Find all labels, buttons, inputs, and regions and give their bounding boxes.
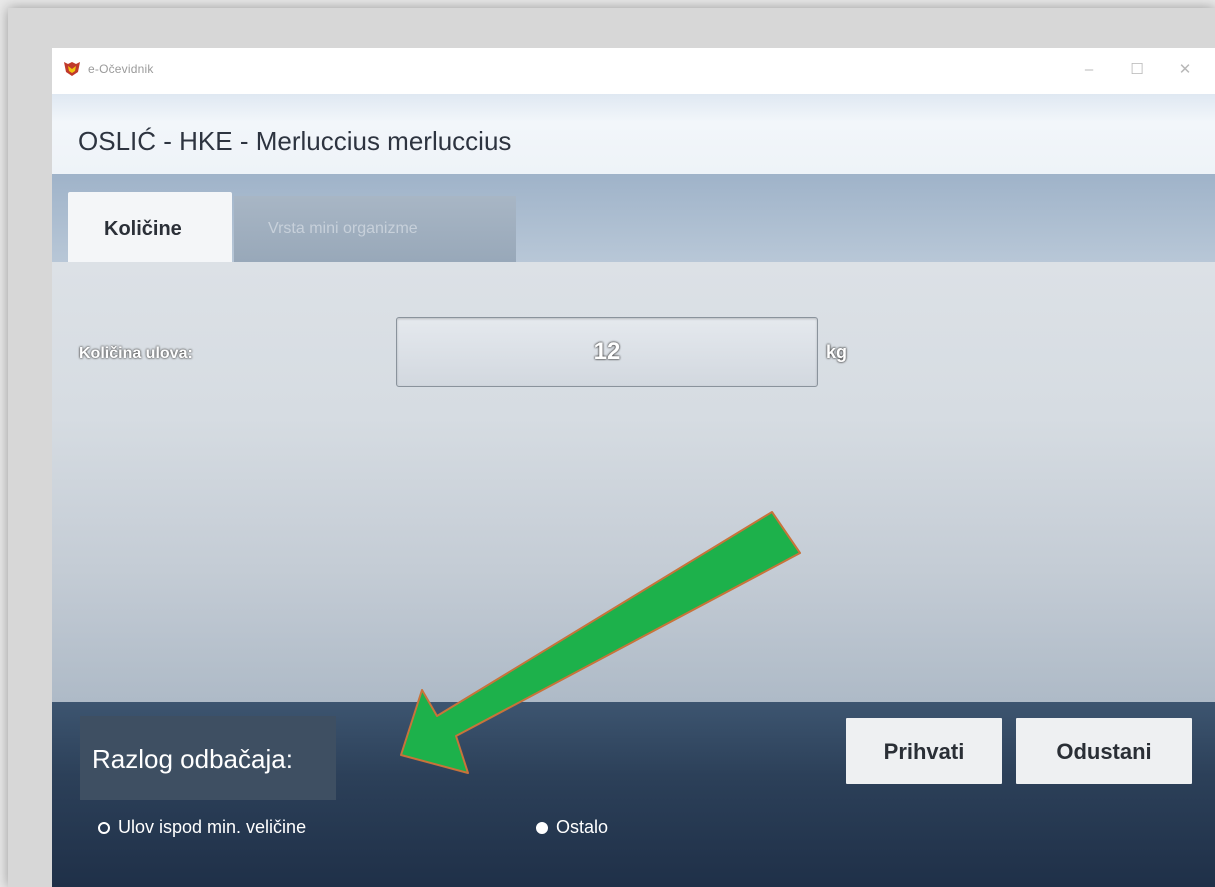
maximize-button[interactable]: ☐ bbox=[1119, 58, 1155, 82]
dialog-header: OSLIĆ - HKE - Merluccius merluccius bbox=[52, 94, 1215, 174]
tab-label: Količine bbox=[104, 218, 182, 240]
tab-content: Količina ulova: 12 kg bbox=[52, 262, 1215, 702]
radio-selected-icon bbox=[536, 822, 548, 834]
close-button[interactable]: ✕ bbox=[1167, 58, 1203, 82]
cancel-button[interactable]: Odustani bbox=[1016, 718, 1192, 784]
radio-label: Ostalo bbox=[556, 817, 609, 837]
app-window: e-Očevidnik – ☐ ✕ OSLIĆ - HKE - Merlucci… bbox=[52, 48, 1215, 887]
app-title: e-Očevidnik bbox=[88, 62, 154, 76]
quantity-input[interactable]: 12 bbox=[396, 317, 818, 387]
tab-bar: Količine Vrsta mini organizme bbox=[52, 174, 1215, 264]
quantity-unit: kg bbox=[826, 342, 848, 362]
minimize-button[interactable]: – bbox=[1071, 58, 1107, 82]
radio-other[interactable]: Ostalo bbox=[536, 817, 656, 841]
tab-kolicine[interactable]: Količine bbox=[68, 192, 232, 264]
tab-label: Vrsta mini organizme bbox=[268, 220, 418, 237]
discard-reason-box: Razlog odbačaja: bbox=[80, 716, 336, 800]
radio-unselected-icon bbox=[98, 822, 110, 834]
dialog-footer: Razlog odbačaja: Prihvati Odustani Ulov … bbox=[52, 702, 1215, 887]
title-bar: e-Očevidnik – ☐ ✕ bbox=[52, 48, 1215, 94]
radio-label: Ulov ispod min. veličine bbox=[118, 817, 307, 837]
accept-button[interactable]: Prihvati bbox=[846, 718, 1002, 784]
app-logo-icon bbox=[64, 62, 80, 76]
dialog-title: OSLIĆ - HKE - Merluccius merluccius bbox=[78, 126, 512, 156]
discard-reason-label: Razlog odbačaja: bbox=[92, 744, 293, 774]
tab-vrsta-organizme[interactable]: Vrsta mini organizme bbox=[234, 196, 516, 262]
radio-undersize[interactable]: Ulov ispod min. veličine bbox=[98, 817, 398, 841]
quantity-label: Količina ulova: bbox=[79, 345, 193, 362]
